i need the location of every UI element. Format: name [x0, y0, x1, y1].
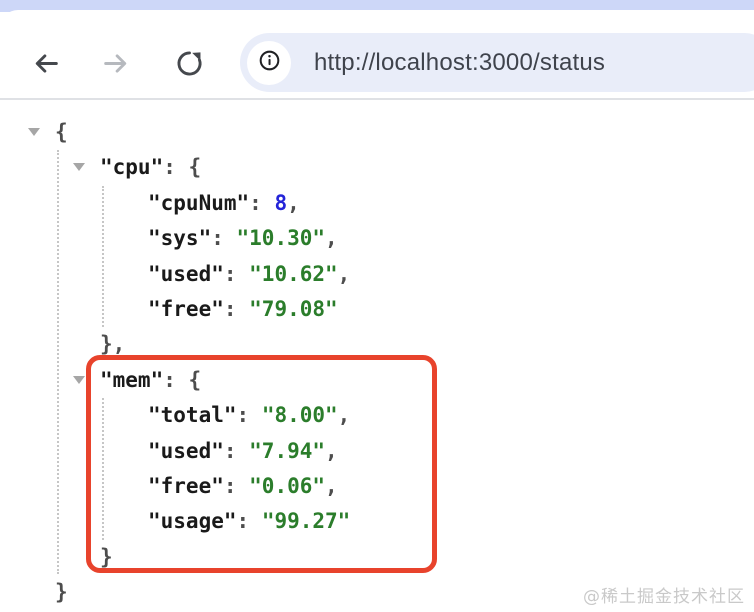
- json-line: },: [0, 327, 754, 362]
- json-token-key: "cpuNum": [148, 190, 250, 215]
- json-token-punct: ,: [337, 261, 351, 286]
- json-token-punct: :: [223, 296, 250, 321]
- json-token-str: "7.94": [249, 438, 326, 463]
- json-token-str: "8.00": [261, 403, 338, 428]
- json-token-punct: ,: [337, 403, 351, 428]
- json-token-str: "10.62": [249, 261, 338, 286]
- back-button[interactable]: [28, 48, 62, 82]
- json-token-punct: :: [211, 226, 237, 251]
- json-token-str: "0.06": [249, 473, 326, 498]
- reload-button[interactable]: [172, 48, 206, 82]
- json-tree: {"cpu": {"cpuNum": 8, "sys": "10.30", "use…: [0, 115, 754, 610]
- json-token-key: "cpu": [100, 155, 164, 180]
- json-token-punct: ,: [325, 226, 338, 251]
- json-token-punct: }: [100, 544, 113, 569]
- json-token-punct: },: [100, 332, 126, 357]
- json-token-key: "sys": [148, 226, 212, 251]
- collapse-toggle-icon[interactable]: [73, 163, 85, 172]
- json-line: "sys": "10.30",: [0, 221, 754, 256]
- json-token-str: "79.08": [249, 296, 338, 321]
- address-bar[interactable]: http://localhost:3000/status: [240, 33, 754, 92]
- json-token-punct: :: [223, 261, 250, 286]
- json-token-punct: ,: [287, 190, 300, 215]
- json-viewer: {"cpu": {"cpuNum": 8, "sys": "10.30", "use…: [0, 100, 754, 612]
- json-line: "used": "7.94",: [0, 434, 754, 469]
- watermark: @稀土掘金技术社区: [583, 587, 745, 607]
- json-token-key: "mem": [100, 367, 164, 392]
- json-token-punct: : {: [163, 155, 202, 180]
- forward-button[interactable]: [99, 48, 133, 82]
- json-token-key: "total": [148, 403, 237, 428]
- json-token-punct: {: [55, 120, 68, 144]
- json-token-punct: ,: [325, 473, 338, 498]
- json-token-key: "free": [148, 473, 224, 498]
- browser-toolbar: http://localhost:3000/status: [0, 10, 754, 98]
- json-token-punct: : {: [163, 367, 202, 392]
- url-text[interactable]: http://localhost:3000/status: [314, 49, 605, 77]
- json-token-punct: :: [223, 473, 250, 498]
- json-line: "cpu": {: [0, 150, 754, 185]
- json-token-num: 8: [274, 190, 288, 215]
- json-token-punct: :: [249, 190, 275, 215]
- json-token-punct: }: [55, 580, 68, 605]
- json-line: }: [0, 540, 754, 575]
- info-icon: [258, 49, 281, 77]
- json-token-punct: :: [236, 403, 262, 428]
- collapse-toggle-icon[interactable]: [28, 128, 40, 136]
- json-token-key: "free": [148, 296, 224, 321]
- json-token-key: "used": [148, 261, 224, 286]
- json-line: {: [0, 115, 754, 150]
- json-line: "free": "0.06",: [0, 469, 754, 504]
- arrow-left-icon: [30, 48, 61, 82]
- json-token-key: "usage": [148, 509, 237, 534]
- json-line: "usage": "99.27": [0, 504, 754, 539]
- site-info-button[interactable]: [247, 40, 291, 85]
- json-line: "total": "8.00",: [0, 398, 754, 433]
- json-line: "used": "10.62",: [0, 257, 754, 292]
- json-token-punct: :: [223, 438, 250, 463]
- json-line: "free": "79.08": [0, 292, 754, 327]
- json-token-punct: :: [236, 509, 262, 534]
- json-token-str: "10.30": [236, 226, 326, 251]
- json-token-key: "used": [148, 438, 224, 463]
- browser-window: http://localhost:3000/status {"cpu": {"c…: [0, 0, 754, 612]
- json-token-str: "99.27": [261, 509, 351, 534]
- json-token-punct: ,: [325, 438, 338, 463]
- collapse-toggle-icon[interactable]: [73, 375, 85, 384]
- json-line: "cpuNum": 8,: [0, 186, 754, 221]
- arrow-right-icon: [101, 48, 132, 82]
- json-line: "mem": {: [0, 363, 754, 398]
- reload-icon: [175, 49, 204, 81]
